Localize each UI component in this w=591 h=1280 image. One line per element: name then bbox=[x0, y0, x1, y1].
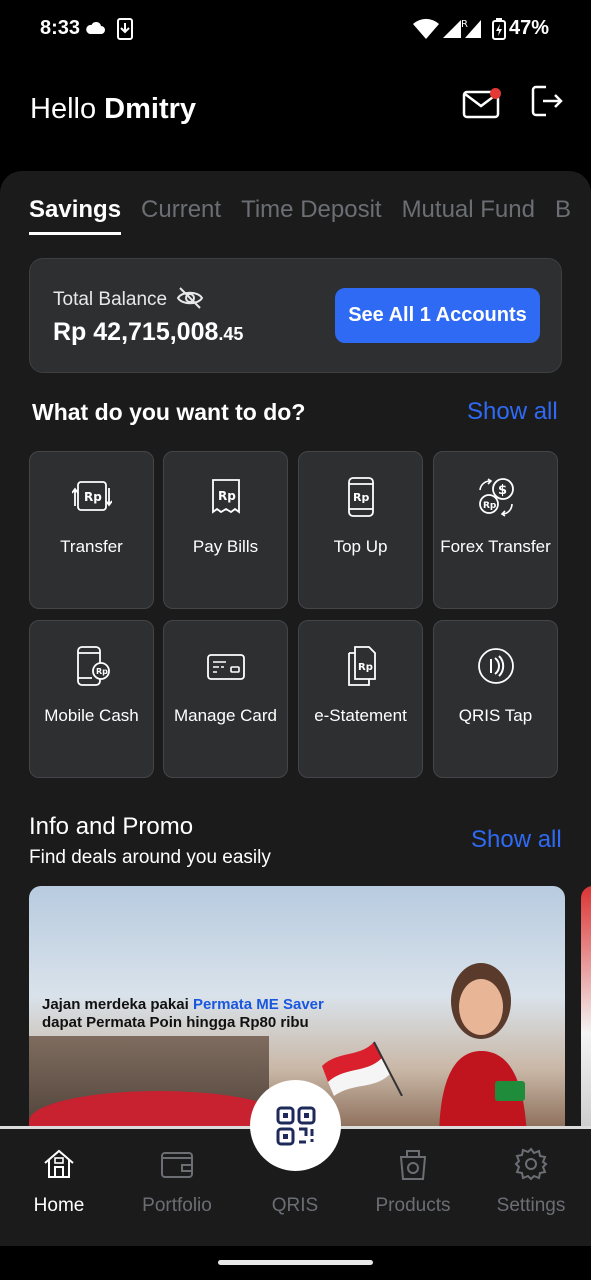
statement-icon: Rp bbox=[347, 646, 376, 686]
nav-label: Home bbox=[33, 1195, 85, 1216]
balance-label: Total Balance bbox=[53, 289, 168, 310]
download-icon bbox=[117, 18, 133, 40]
phone-topup-icon: Rp bbox=[347, 477, 374, 517]
promo-show-all-link[interactable]: Show all bbox=[471, 826, 562, 854]
notification-dot bbox=[490, 88, 501, 99]
svg-text:Rp: Rp bbox=[96, 667, 108, 676]
action-label: Pay Bills bbox=[192, 537, 259, 556]
transfer-icon: Rp bbox=[71, 481, 112, 511]
action-qris-tap[interactable]: QRIS Tap bbox=[433, 620, 558, 778]
card-icon bbox=[206, 654, 245, 680]
logout-button[interactable] bbox=[530, 84, 564, 120]
mobile-cash-icon: Rp bbox=[76, 646, 110, 686]
signal-icon: R bbox=[443, 19, 481, 38]
tab-mutual-fund[interactable]: Mutual Fund bbox=[402, 196, 535, 232]
nav-portfolio[interactable]: Portfolio bbox=[118, 1147, 236, 1227]
actions-show-all-link[interactable]: Show all bbox=[467, 398, 558, 426]
promo-line1-prefix: Jajan merdeka pakai bbox=[42, 996, 193, 1013]
svg-text:Rp: Rp bbox=[218, 489, 236, 503]
status-bar: 8:33 R 47% bbox=[0, 0, 591, 60]
action-transfer[interactable]: Rp Transfer bbox=[29, 451, 154, 609]
eye-off-icon[interactable] bbox=[176, 286, 204, 310]
tab-more[interactable]: B bbox=[555, 196, 571, 232]
tab-savings[interactable]: Savings bbox=[29, 196, 122, 235]
action-e-statement[interactable]: Rp e-Statement bbox=[298, 620, 423, 778]
battery-icon bbox=[492, 18, 506, 40]
greeting: Hello Dmitry bbox=[30, 93, 196, 126]
home-icon bbox=[44, 1149, 74, 1178]
balance-amount: Rp 42,715,008.45 bbox=[53, 318, 243, 347]
products-icon bbox=[399, 1150, 427, 1180]
nav-label: Settings bbox=[496, 1195, 566, 1216]
wifi-icon bbox=[413, 18, 439, 39]
flag-image bbox=[322, 1041, 403, 1096]
action-label: Forex Transfer bbox=[440, 537, 551, 556]
greeting-prefix: Hello bbox=[30, 93, 97, 125]
action-label: e-Statement bbox=[314, 706, 407, 725]
nav-label: Products bbox=[375, 1195, 451, 1216]
balance-amount-main: Rp 42,715,008 bbox=[53, 318, 219, 346]
svg-text:$: $ bbox=[498, 483, 507, 498]
promo-subtitle: Find deals around you easily bbox=[29, 847, 271, 868]
logout-icon bbox=[531, 85, 563, 117]
nav-label: QRIS bbox=[271, 1195, 319, 1216]
svg-text:R: R bbox=[461, 19, 468, 30]
tab-time-deposit[interactable]: Time Deposit bbox=[241, 196, 381, 232]
action-top-up[interactable]: Rp Top Up bbox=[298, 451, 423, 609]
qr-code-icon bbox=[276, 1106, 315, 1145]
promo-banner-text: Jajan merdeka pakai Permata ME Saver dap… bbox=[42, 996, 324, 1032]
svg-text:Rp: Rp bbox=[358, 662, 373, 673]
action-label: Transfer bbox=[60, 537, 123, 556]
promo-banner-next[interactable] bbox=[581, 886, 591, 1126]
tab-current[interactable]: Current bbox=[141, 196, 221, 232]
wallet-icon bbox=[161, 1152, 193, 1178]
nav-home[interactable]: Home bbox=[0, 1147, 118, 1227]
see-all-accounts-button[interactable]: See All 1 Accounts bbox=[335, 288, 540, 343]
promo-line1-highlight: Permata ME Saver bbox=[192, 996, 324, 1013]
svg-text:Rp: Rp bbox=[353, 491, 369, 504]
qris-scan-button[interactable] bbox=[250, 1080, 341, 1171]
promo-person-image bbox=[439, 963, 527, 1126]
contactless-icon bbox=[477, 648, 514, 684]
user-name: Dmitry bbox=[104, 93, 197, 125]
actions-title: What do you want to do? bbox=[32, 399, 306, 425]
cloud-icon bbox=[86, 21, 105, 34]
home-indicator[interactable] bbox=[218, 1260, 373, 1265]
action-pay-bills[interactable]: Rp Pay Bills bbox=[163, 451, 288, 609]
bill-icon: Rp bbox=[211, 479, 240, 514]
forex-icon: $Rp bbox=[478, 478, 514, 517]
promo-title: Info and Promo bbox=[29, 813, 194, 840]
svg-text:Rp: Rp bbox=[483, 501, 497, 511]
main-sheet: Savings Current Time Deposit Mutual Fund B T… bbox=[0, 171, 591, 1126]
action-manage-card[interactable]: Manage Card bbox=[163, 620, 288, 778]
nav-products[interactable]: Products bbox=[354, 1147, 472, 1227]
action-label: Manage Card bbox=[173, 706, 277, 725]
promo-line2: dapat Permata Poin hingga Rp80 ribu bbox=[42, 1014, 309, 1031]
inbox-button[interactable] bbox=[462, 86, 502, 122]
svg-text:Rp: Rp bbox=[84, 490, 102, 504]
status-time: 8:33 bbox=[40, 17, 81, 39]
header: Hello Dmitry bbox=[0, 60, 591, 170]
action-mobile-cash[interactable]: Rp Mobile Cash bbox=[29, 620, 154, 778]
gear-icon bbox=[514, 1147, 548, 1181]
action-label: Top Up bbox=[333, 537, 388, 556]
nav-settings[interactable]: Settings bbox=[472, 1147, 590, 1227]
balance-card: Total Balance Rp 42,715,008.45 See All 1… bbox=[29, 258, 562, 373]
action-label: Mobile Cash bbox=[44, 706, 139, 725]
account-tabs: Savings Current Time Deposit Mutual Fund B bbox=[29, 196, 591, 244]
nav-label: Portfolio bbox=[142, 1195, 212, 1216]
action-forex-transfer[interactable]: $ Rp Forex Transfer bbox=[433, 451, 558, 609]
balance-amount-cents: .45 bbox=[218, 324, 244, 344]
action-label: QRIS Tap bbox=[458, 706, 533, 725]
battery-percent: 47% bbox=[508, 17, 549, 39]
